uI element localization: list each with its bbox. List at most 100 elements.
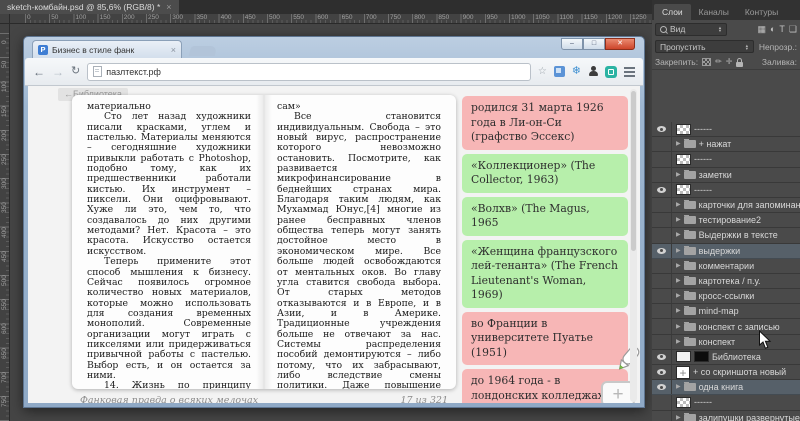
reload-icon[interactable]: ↻	[71, 66, 80, 77]
layer-row[interactable]: ▶заметки	[652, 168, 800, 183]
visibility-toggle[interactable]	[652, 183, 672, 197]
browser-tab[interactable]: Р Бизнес в стиле фанк ×	[32, 40, 182, 58]
layer-thumbnail[interactable]	[676, 397, 691, 408]
snowflake-extension-icon[interactable]: ❄	[572, 66, 581, 77]
visibility-toggle[interactable]	[652, 274, 672, 288]
expander-icon[interactable]: ▶	[676, 217, 681, 223]
sticky-note[interactable]: «Женщина французского лей-тенанта» (The …	[462, 240, 628, 308]
visibility-toggle[interactable]	[652, 244, 672, 258]
content-scrollbar[interactable]	[630, 89, 637, 402]
person-icon[interactable]	[588, 66, 598, 77]
visibility-toggle[interactable]	[652, 319, 672, 333]
layer-thumbnail[interactable]	[676, 124, 691, 135]
maximize-button[interactable]: □	[583, 38, 605, 50]
expander-icon[interactable]: ▶	[676, 232, 681, 238]
menu-icon[interactable]	[624, 67, 635, 69]
layer-row[interactable]: ------	[652, 122, 800, 137]
layer-thumbnail[interactable]: +	[676, 366, 690, 379]
visibility-toggle[interactable]	[652, 304, 672, 318]
visibility-toggle[interactable]	[652, 395, 672, 409]
visibility-toggle[interactable]	[652, 380, 672, 394]
lock-paint-icon[interactable]: ✏	[715, 58, 722, 66]
lock-all-icon[interactable]	[736, 62, 743, 67]
back-icon[interactable]: ←	[33, 66, 45, 78]
lock-transparency-icon[interactable]	[702, 58, 711, 66]
layer-row[interactable]: ▶тестирование2	[652, 213, 800, 228]
expander-icon[interactable]: ▶	[676, 172, 681, 178]
layer-row[interactable]: ▶кросс-ссылки	[652, 289, 800, 304]
visibility-toggle[interactable]	[652, 350, 672, 364]
visibility-toggle[interactable]	[652, 198, 672, 212]
address-bar[interactable]: пазлтекст.рф	[87, 63, 531, 81]
visibility-toggle[interactable]	[652, 228, 672, 242]
filter-kind-dropdown[interactable]: Вид	[655, 23, 727, 36]
visibility-toggle[interactable]	[652, 259, 672, 273]
expander-icon[interactable]: ▶	[676, 293, 681, 299]
filter-type-icon[interactable]: ◐	[770, 24, 775, 35]
visibility-toggle[interactable]	[652, 411, 672, 421]
visibility-toggle[interactable]	[652, 213, 672, 227]
expander-icon[interactable]: ▶	[676, 339, 681, 345]
visibility-toggle[interactable]	[652, 168, 672, 182]
layer-row[interactable]: ▶mind-map	[652, 304, 800, 319]
layer-row[interactable]: ▶картотека / п.у.	[652, 274, 800, 289]
layer-thumbnail[interactable]	[676, 184, 691, 195]
layer-row[interactable]: ▶конспект с записью	[652, 319, 800, 334]
minimize-button[interactable]: –	[561, 38, 583, 50]
layer-thumbnail[interactable]	[676, 351, 691, 362]
expander-icon[interactable]: ▶	[676, 202, 681, 208]
lock-position-icon[interactable]: ✛	[726, 58, 733, 66]
layer-row[interactable]: ▶конспект	[652, 335, 800, 350]
layer-row[interactable]: ------	[652, 183, 800, 198]
panel-tab[interactable]: Слои	[654, 4, 691, 20]
scrollbar-thumb[interactable]	[631, 91, 636, 251]
expander-icon[interactable]: ▶	[676, 415, 681, 421]
extension-icon-blue[interactable]	[554, 66, 565, 77]
app-icon-teal[interactable]	[605, 66, 617, 78]
filter-type-icon[interactable]: ▦	[757, 24, 766, 35]
layer-row[interactable]: ------	[652, 152, 800, 167]
mask-thumbnail[interactable]	[694, 351, 709, 362]
expander-icon[interactable]: ▶	[676, 324, 681, 330]
layer-row[interactable]: ++ со скриншота новый	[652, 365, 800, 380]
filter-type-icon[interactable]: T	[779, 24, 785, 35]
layer-row[interactable]: ▶+ нажат	[652, 137, 800, 152]
visibility-toggle[interactable]	[652, 137, 672, 151]
forward-icon[interactable]: →	[52, 66, 64, 78]
layer-row[interactable]: ▶карточки для запоминания	[652, 198, 800, 213]
layer-row[interactable]: ▶одна книга	[652, 380, 800, 395]
new-tab-button[interactable]	[189, 46, 218, 56]
expander-icon[interactable]: ▶	[676, 384, 681, 390]
visibility-toggle[interactable]	[652, 289, 672, 303]
layer-row[interactable]: ▶Выдержки в тексте	[652, 228, 800, 243]
filter-type-icon[interactable]: ❏	[789, 24, 797, 35]
panel-tab[interactable]: Каналы	[691, 4, 737, 20]
visibility-toggle[interactable]	[652, 122, 672, 136]
ruler-label: 50	[1, 61, 8, 68]
expander-icon[interactable]: ▶	[676, 248, 681, 254]
bookmark-star-icon[interactable]: ☆	[538, 67, 547, 77]
layer-row[interactable]: ▶залипушки развернутые	[652, 411, 800, 421]
expander-icon[interactable]: ▶	[676, 278, 681, 284]
visibility-toggle[interactable]	[652, 365, 672, 379]
close-icon[interactable]: ×	[171, 45, 176, 55]
layer-row[interactable]: Библиотека	[652, 350, 800, 365]
layer-row[interactable]: ▶комментарии	[652, 259, 800, 274]
expander-icon[interactable]: ▶	[676, 141, 681, 147]
close-icon[interactable]: ×	[166, 0, 171, 14]
layer-thumbnail[interactable]	[676, 154, 691, 165]
expander-icon[interactable]: ▶	[676, 263, 681, 269]
sticky-note[interactable]: «Волхв» (The Magus, 1965	[462, 197, 628, 236]
sticky-note[interactable]: родился 31 марта 1926 года в Ли-он-Си (г…	[462, 96, 628, 150]
sticky-note[interactable]: во Франции в университете Пуатье (1951)	[462, 312, 628, 366]
panel-tab[interactable]: Контуры	[737, 4, 786, 20]
layer-row[interactable]: ------	[652, 395, 800, 410]
close-button[interactable]: ✕	[605, 38, 635, 50]
sticky-note[interactable]: «Коллекционер» (The Collector, 1963)	[462, 154, 628, 193]
photoshop-document-tab[interactable]: sketch-комбайн.psd @ 85,6% (RGB/8) * ×	[0, 0, 179, 14]
visibility-toggle[interactable]	[652, 335, 672, 349]
blend-mode-dropdown[interactable]: Пропустить	[655, 40, 754, 53]
visibility-toggle[interactable]	[652, 152, 672, 166]
layer-row[interactable]: ▶выдержки	[652, 244, 800, 259]
expander-icon[interactable]: ▶	[676, 308, 681, 314]
